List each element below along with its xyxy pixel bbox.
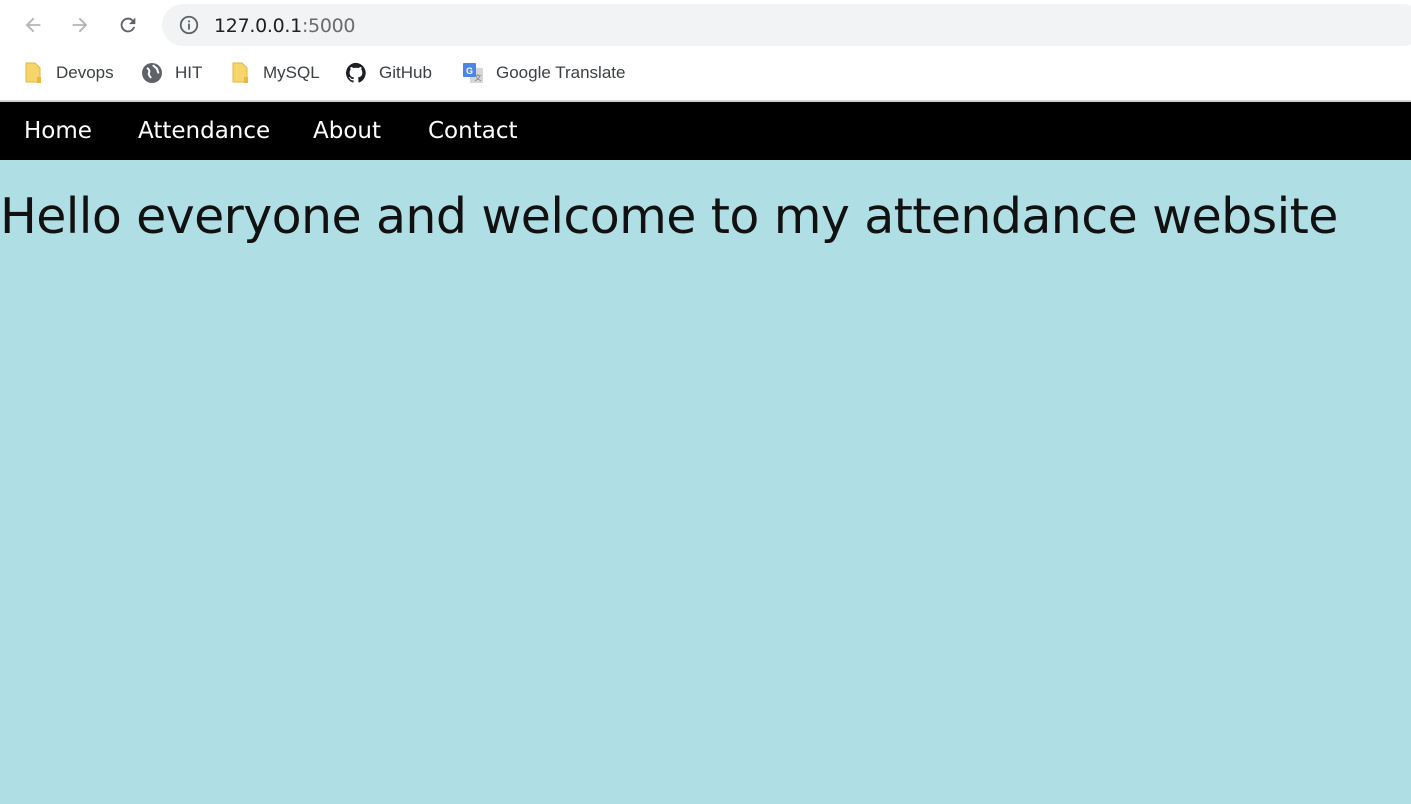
- google-translate-icon: G文: [462, 62, 484, 84]
- arrow-right-icon: [72, 17, 88, 33]
- reload-icon: [120, 17, 136, 33]
- site-navbar: Home Attendance About Contact: [0, 102, 1411, 160]
- bookmark-label: Google Translate: [496, 63, 626, 82]
- browser-chrome: 127.0.0.1:5000 Devops HIT MySQL GitHub G…: [0, 0, 1411, 101]
- url-text: 127.0.0.1:5000: [214, 15, 356, 37]
- url-port: :5000: [301, 15, 356, 37]
- svg-text:G: G: [466, 66, 473, 76]
- bookmark-hit[interactable]: HIT: [141, 54, 202, 92]
- nav-link-about[interactable]: About: [313, 102, 381, 160]
- folder-icon: [22, 62, 44, 84]
- reload-button[interactable]: [111, 8, 145, 42]
- bookmark-label: GitHub: [379, 63, 432, 82]
- nav-link-home[interactable]: Home: [24, 102, 92, 160]
- bookmarks-bar: Devops HIT MySQL GitHub G文 Google Transl…: [0, 54, 1411, 92]
- bookmark-label: Devops: [56, 63, 114, 82]
- arrow-left-icon: [25, 17, 41, 33]
- nav-link-attendance[interactable]: Attendance: [138, 102, 270, 160]
- back-button[interactable]: [16, 8, 50, 42]
- bookmark-mysql[interactable]: MySQL: [229, 54, 320, 92]
- browser-toolbar: 127.0.0.1:5000: [0, 0, 1411, 50]
- forward-button[interactable]: [63, 8, 97, 42]
- page-heading: Hello everyone and welcome to my attenda…: [0, 188, 1338, 245]
- bookmark-label: MySQL: [263, 63, 320, 82]
- folder-icon: [229, 62, 251, 84]
- bookmark-devops[interactable]: Devops: [22, 54, 114, 92]
- nav-link-contact[interactable]: Contact: [428, 102, 517, 160]
- svg-text:文: 文: [475, 73, 482, 82]
- bookmark-github[interactable]: GitHub: [345, 54, 432, 92]
- address-bar[interactable]: 127.0.0.1:5000: [162, 4, 1411, 46]
- github-icon: [345, 62, 367, 84]
- bookmark-label: HIT: [175, 63, 203, 82]
- bookmark-google-translate[interactable]: G文 Google Translate: [462, 54, 625, 92]
- globe-icon: [141, 62, 163, 84]
- info-icon[interactable]: [178, 14, 200, 36]
- url-host: 127.0.0.1: [214, 15, 302, 37]
